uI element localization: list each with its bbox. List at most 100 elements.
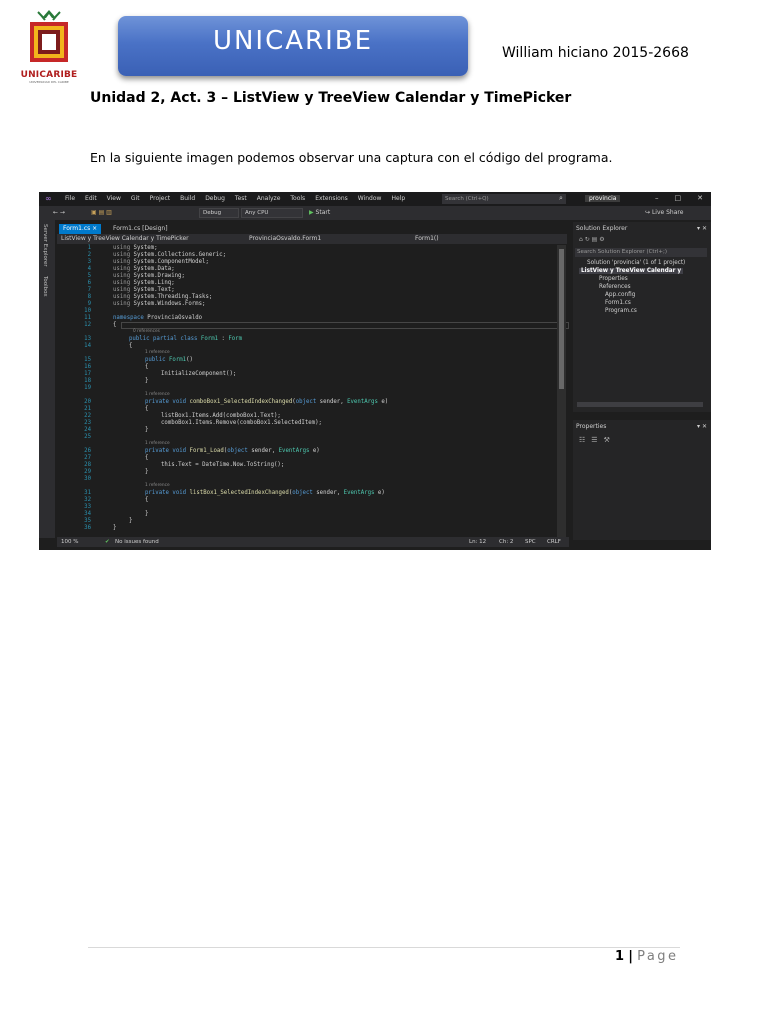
properties-node: Properties [599,276,628,282]
page-separator: | [628,949,633,964]
editor-navbar: ListView y TreeView Calendar y TimePicke… [57,234,567,244]
class-name: Form1 [200,336,219,342]
menu-test: Test [234,195,247,202]
footer-rule [88,947,680,948]
properties-panel: Properties ▾ ✕ ☷ ☰ ⚒ [573,420,711,540]
page-number: 1 | Page [615,949,679,964]
method1-line1: listBox1.Items.Add(comboBox1.Text); [161,413,281,419]
check-icon: ✔ [105,539,110,545]
menu-analyze: Analyze [256,195,281,202]
toolbar-file-icons: ▣ ▤ ▥ [91,209,112,216]
play-icon: ▶ [309,209,314,216]
vs-toolbar: ← → ▣ ▤ ▥ Debug Any CPU ▶ Start ↪ Live S… [39,206,711,220]
live-share-label: Live Share [651,209,684,216]
method2-line1: this.Text = DateTime.Now.ToString(); [161,462,285,468]
app-config-node: App.config [605,292,636,298]
zoom-level: 100 % [61,539,79,545]
code-screenshot: ∞ File Edit View Git Project Build Debug… [39,192,711,550]
menu-view: View [106,195,121,202]
menu-edit: Edit [85,195,97,202]
solution-name-badge: provincia [585,195,621,202]
ref-label: 0 references [133,329,160,334]
maximize-icon: □ [674,194,682,202]
issues-status: No issues found [115,539,159,545]
editor-statusbar: 100 % ✔ No issues found Ln: 12 Ch: 2 SPC… [57,537,569,547]
solution-search: Search Solution Explorer (Ctrl+;) [575,248,707,257]
solution-explorer-title: Solution Explorer [576,225,628,232]
properties-toolbar: ☷ ☰ ⚒ [579,436,610,444]
panel-controls: ▾ ✕ [697,423,707,430]
logo-emblem [30,10,68,62]
se-scrollbar [577,402,703,407]
alphabetical-icon: ☰ [591,436,598,444]
code-editor: 1 using System; 2 using System.Collections.… [57,245,569,535]
intro-paragraph: En la siguiente imagen podemos observar … [90,150,613,165]
menu-build: Build [180,195,196,202]
start-button: ▶ Start [309,209,330,216]
ref-label: 1 reference [145,392,170,397]
close-icon: ✕ [697,194,703,202]
se-toolbar-icons: ⌂ ↻ ▤ ⚙ [579,236,605,243]
base-class: Form [228,336,243,342]
project-node: ListView y TreeView Calendar y [579,268,684,274]
form1-node: Form1.cs [605,300,631,306]
logo-text: UNICARIBE [20,70,78,80]
menu-tools: Tools [290,195,306,202]
vs-menu: File Edit View Git Project Build Debug T… [65,195,405,202]
method3-name: listBox1_SelectedIndexChanged [189,490,289,496]
menu-extensions: Extensions [315,195,348,202]
line-ending: CRLF [547,539,561,545]
toolbox-tab: Toolbox [42,276,48,297]
line-number: Ln: 12 [469,539,487,545]
menu-window: Window [357,195,382,202]
live-share-button: ↪ Live Share [645,209,683,216]
menu-git: Git [130,195,140,202]
menu-help: Help [391,195,406,202]
wrench-icon: ⚒ [603,436,610,444]
method2-name: Form1_Load [189,448,224,454]
method1-name: comboBox1_SelectedIndexChanged [189,399,293,405]
properties-title: Properties [576,423,607,430]
namespace-name: ProvinciaOsvaldo [147,315,203,321]
current-line-highlight [121,322,569,329]
indent-mode: SPC [525,539,536,545]
nav-class: ProvinciaOsvaldo.Form1 [249,235,322,242]
panel-controls: ▾ ✕ [697,225,707,232]
ref-label: 1 reference [145,483,170,488]
menu-project: Project [149,195,171,202]
vs-menubar: ∞ File Edit View Git Project Build Debug… [39,192,711,206]
scroll-thumb [559,249,564,389]
categorized-icon: ☷ [579,436,586,444]
server-explorer-tab: Server Explorer [42,224,48,267]
window-controls: – □ ✕ [655,194,703,202]
tab-form1-design: Form1.cs [Design] [113,225,168,232]
program-node: Program.cs [605,308,637,314]
page-label: Page [637,949,679,964]
vs-side-strip: Server Explorer Toolbox [39,220,55,538]
editor-scrollbar [557,245,566,537]
minimize-icon: – [655,194,659,202]
tab-form1-cs-label: Form1.cs [63,225,91,232]
platform-dropdown: Any CPU [241,208,303,218]
menu-file: File [65,195,76,202]
tab-form1-cs: Form1.cs × [59,224,102,234]
unicaribe-logo: UNICARIBE UNIVERSIDAD DEL CARIBE [18,6,80,84]
back-forward-icon: ← → [53,209,65,216]
visual-studio-icon: ∞ [45,194,52,203]
solution-explorer-panel: Solution Explorer ▾ ✕ ⌂ ↻ ▤ ⚙ Search Sol… [573,222,711,412]
column-number: Ch: 2 [499,539,514,545]
page-number-value: 1 [615,949,625,964]
vs-search-box: Search (Ctrl+Q) [442,194,566,204]
author-line: William hiciano 2015-2668 [502,45,689,61]
ref-label: 1 reference [145,441,170,446]
ref-label: 1 reference [145,350,170,355]
config-dropdown: Debug [199,208,239,218]
menu-debug: Debug [205,195,225,202]
start-label: Start [315,209,331,216]
banner-text: UNICARIBE [212,26,374,56]
references-node: References [599,284,631,290]
logo-subtitle: UNIVERSIDAD DEL CARIBE [29,80,69,84]
header-banner: UNICARIBE [118,16,468,76]
method1-line2: comboBox1.Items.Remove(comboBox1.Selecte… [161,420,322,426]
nav-member: Form1() [415,235,439,242]
